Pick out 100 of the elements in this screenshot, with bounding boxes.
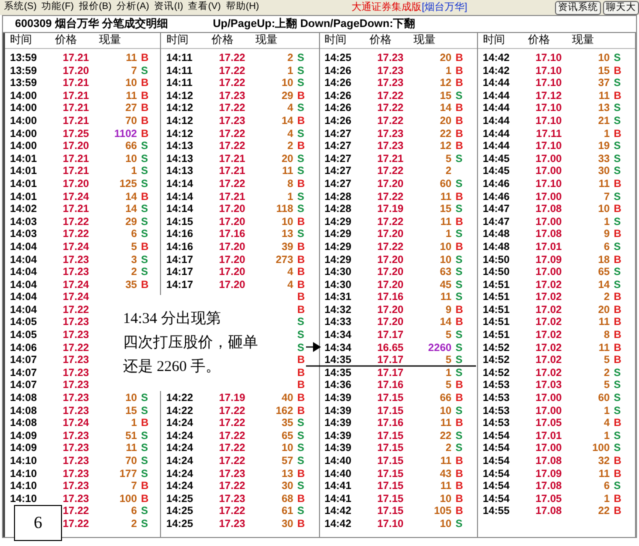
price-cell: 17.15 bbox=[377, 480, 404, 492]
side-cell: S bbox=[614, 392, 621, 404]
time-cell: 14:31 bbox=[324, 291, 352, 304]
side-cell: B bbox=[614, 203, 622, 216]
price-cell: 17.00 bbox=[535, 190, 562, 203]
side-cell: S bbox=[456, 291, 463, 304]
volume-cell: 11 bbox=[440, 480, 452, 492]
price-cell: 17.02 bbox=[535, 278, 562, 291]
price-cell: 17.01 bbox=[535, 240, 562, 253]
time-cell: 14:24 bbox=[166, 442, 194, 454]
side-cell: B bbox=[297, 216, 305, 228]
price-cell: 17.23 bbox=[62, 392, 89, 404]
menu-item[interactable]: 分析(A) bbox=[116, 0, 150, 15]
time-cell: 14:05 bbox=[10, 316, 37, 328]
menu-item[interactable]: 查看(V) bbox=[188, 0, 221, 15]
price-cell: 17.20 bbox=[62, 178, 89, 190]
price-cell: 17.10 bbox=[535, 140, 562, 152]
side-cell: B bbox=[456, 455, 464, 467]
time-cell: 14:54 bbox=[482, 430, 510, 442]
side-cell: B bbox=[614, 316, 622, 328]
menu-item[interactable]: 功能(F) bbox=[42, 0, 74, 15]
time-cell: 14:17 bbox=[166, 254, 194, 266]
side-cell: B bbox=[614, 291, 622, 304]
time-cell: 14:44 bbox=[482, 102, 510, 114]
time-cell: 14:51 bbox=[482, 329, 510, 342]
menu-item[interactable]: 资讯(I) bbox=[154, 0, 184, 15]
price-cell: 17.15 bbox=[377, 492, 404, 505]
price-cell: 17.21 bbox=[218, 190, 246, 203]
volume-cell: 45 bbox=[440, 278, 452, 291]
side-cell: B bbox=[297, 178, 305, 190]
volume-cell: 43 bbox=[440, 468, 452, 480]
volume-cell: 1 bbox=[287, 190, 294, 203]
time-cell: 14:14 bbox=[166, 203, 194, 216]
time-cell: 14:00 bbox=[10, 90, 37, 102]
volume-cell: 39 bbox=[282, 240, 294, 253]
price-cell: 17.20 bbox=[218, 216, 246, 228]
time-cell: 14:05 bbox=[10, 329, 37, 342]
price-cell: 17.05 bbox=[535, 417, 562, 430]
time-cell: 14:40 bbox=[324, 455, 352, 467]
price-cell: 17.23 bbox=[218, 492, 246, 505]
price-cell: 17.20 bbox=[377, 178, 404, 190]
side-cell: B bbox=[297, 354, 305, 366]
side-cell: B bbox=[297, 304, 305, 316]
volume-cell: 30 bbox=[598, 165, 610, 178]
volume-cell: 68 bbox=[282, 492, 294, 505]
volume-cell: 5 bbox=[131, 240, 137, 253]
time-cell: 14:51 bbox=[482, 304, 510, 316]
side-cell: B bbox=[614, 342, 622, 354]
side-cell: S bbox=[141, 64, 148, 77]
time-cell: 14:00 bbox=[10, 128, 37, 140]
time-cell: 14:44 bbox=[482, 90, 510, 102]
price-cell: 17.15 bbox=[377, 468, 404, 480]
side-cell: B bbox=[297, 404, 305, 417]
volume-cell: 65 bbox=[282, 430, 294, 442]
side-cell: B bbox=[456, 64, 464, 77]
volume-cell: 7 bbox=[604, 190, 610, 203]
time-cell: 14:44 bbox=[482, 114, 510, 127]
price-cell: 17.22 bbox=[62, 228, 89, 240]
price-cell: 17.23 bbox=[218, 468, 246, 480]
side-cell: S bbox=[141, 254, 148, 266]
menu-item[interactable]: 帮助(H) bbox=[226, 0, 259, 15]
menu-item[interactable]: 报价(B) bbox=[78, 0, 112, 15]
toolbar-button[interactable]: 聊天大 bbox=[603, 0, 639, 14]
page-title: 600309 烟台万华 分笔成交明细 bbox=[15, 16, 168, 32]
time-cell: 14:09 bbox=[10, 430, 37, 442]
time-cell: 14:17 bbox=[166, 278, 194, 291]
volume-cell: 20 bbox=[440, 114, 452, 127]
price-cell: 17.23 bbox=[62, 316, 89, 328]
column-header: 时间 bbox=[482, 33, 506, 48]
price-cell: 17.20 bbox=[62, 64, 89, 77]
toolbar-button[interactable]: 资讯系统 bbox=[555, 0, 601, 14]
volume-cell: 13 bbox=[598, 102, 610, 114]
time-cell: 14:53 bbox=[482, 417, 510, 430]
volume-cell: 18 bbox=[598, 254, 610, 266]
side-cell: S bbox=[614, 266, 621, 278]
side-cell: S bbox=[456, 266, 463, 278]
side-cell: B bbox=[141, 114, 149, 127]
volume-cell: 10 bbox=[125, 392, 137, 404]
price-cell: 17.20 bbox=[377, 304, 404, 316]
volume-cell: 4 bbox=[287, 102, 294, 114]
volume-cell: 20 bbox=[440, 52, 452, 64]
price-cell: 17.22 bbox=[218, 442, 246, 454]
paging-hint: Up/PageUp:上翻 Down/PageDown:下翻 bbox=[212, 16, 416, 32]
price-cell: 17.21 bbox=[62, 90, 89, 102]
time-cell: 14:08 bbox=[10, 392, 37, 404]
time-cell: 14:26 bbox=[324, 90, 352, 102]
price-cell: 17.20 bbox=[377, 266, 404, 278]
time-cell: 14:12 bbox=[166, 128, 194, 140]
side-cell: S bbox=[297, 64, 304, 77]
volume-cell: 11 bbox=[282, 165, 294, 178]
volume-cell: 2 bbox=[131, 518, 137, 530]
price-cell: 17.22 bbox=[218, 404, 246, 417]
side-cell: S bbox=[456, 152, 463, 165]
column-header: 现量 bbox=[572, 33, 594, 48]
volume-cell: 12 bbox=[440, 77, 452, 90]
volume-cell: 5 bbox=[446, 354, 452, 366]
menu-item[interactable]: 系统(S) bbox=[4, 0, 37, 15]
price-cell: 17.22 bbox=[218, 505, 246, 518]
time-cell: 14:40 bbox=[324, 468, 352, 480]
time-cell: 14:11 bbox=[166, 52, 193, 64]
